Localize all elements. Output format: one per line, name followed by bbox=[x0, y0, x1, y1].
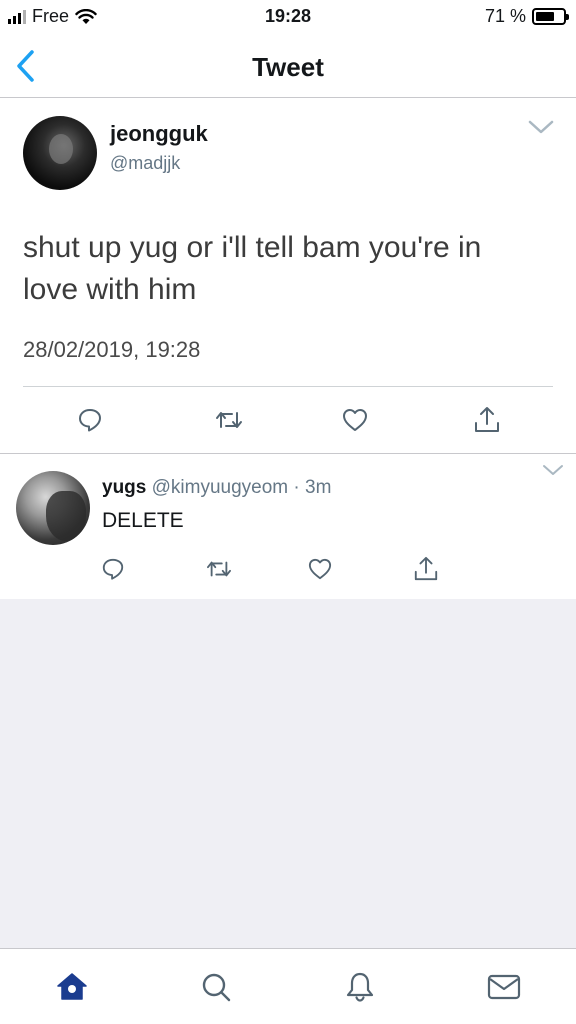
battery-group: 71 % bbox=[484, 6, 569, 27]
divider bbox=[23, 386, 553, 387]
chevron-down-icon bbox=[528, 120, 554, 134]
retweet-icon bbox=[216, 412, 242, 428]
avatar[interactable] bbox=[16, 471, 90, 545]
status-bar: Free 19:28 71 % bbox=[0, 0, 576, 36]
battery-fill bbox=[536, 12, 555, 21]
reply-author-name[interactable]: yugs bbox=[102, 477, 146, 498]
share-icon bbox=[475, 407, 499, 432]
retweet-button[interactable] bbox=[214, 405, 244, 435]
reply-icon bbox=[79, 409, 101, 432]
reply-tweet[interactable]: yugs @kimyuugyeom · 3m DELETE bbox=[0, 455, 576, 599]
author-name[interactable]: jeongguk bbox=[110, 121, 208, 147]
reply-age: 3m bbox=[305, 477, 332, 498]
notifications-icon bbox=[346, 972, 374, 1002]
reply-separator: · bbox=[293, 477, 300, 498]
empty-area bbox=[0, 599, 576, 948]
chevron-down-icon bbox=[543, 465, 563, 475]
like-icon bbox=[343, 409, 367, 431]
share-icon bbox=[414, 556, 438, 581]
tab-bar bbox=[0, 948, 576, 1024]
share-button[interactable] bbox=[412, 555, 440, 583]
reply-author-handle[interactable]: @kimyuugyeom bbox=[152, 477, 289, 498]
main-tweet: jeongguk @madjjk shut up yug or i'll tel… bbox=[0, 99, 576, 454]
page-title: Tweet bbox=[252, 52, 324, 82]
share-button[interactable] bbox=[472, 405, 502, 435]
like-button[interactable] bbox=[340, 405, 370, 435]
battery-percent: 71 % bbox=[484, 6, 526, 26]
reply-icon bbox=[102, 558, 124, 580]
retweet-icon bbox=[207, 561, 232, 577]
author-handle[interactable]: @madjjk bbox=[110, 153, 180, 174]
tab-search[interactable] bbox=[196, 967, 236, 1007]
messages-icon bbox=[487, 974, 521, 1000]
avatar[interactable] bbox=[23, 116, 97, 190]
like-icon bbox=[308, 558, 332, 580]
tweet-actions bbox=[0, 405, 576, 435]
tab-notifications[interactable] bbox=[340, 967, 380, 1007]
tweet-menu-button[interactable] bbox=[528, 119, 554, 140]
reply-button[interactable] bbox=[99, 555, 127, 583]
search-icon bbox=[202, 973, 231, 1002]
reply-menu-button[interactable] bbox=[542, 463, 564, 482]
reply-button[interactable] bbox=[75, 405, 105, 435]
reply-meta: yugs @kimyuugyeom · 3m bbox=[102, 477, 331, 499]
tweet-text: shut up yug or i'll tell bam you're in l… bbox=[23, 231, 482, 306]
retweet-button[interactable] bbox=[205, 555, 233, 583]
battery-icon bbox=[532, 8, 569, 25]
reply-text: DELETE bbox=[102, 509, 184, 532]
tab-messages[interactable] bbox=[484, 967, 524, 1007]
tab-home[interactable] bbox=[52, 967, 92, 1007]
home-icon bbox=[57, 973, 87, 1000]
reply-actions bbox=[0, 555, 576, 583]
nav-bar: Tweet bbox=[0, 36, 576, 98]
like-button[interactable] bbox=[306, 555, 334, 583]
tweet-timestamp: 28/02/2019, 19:28 bbox=[23, 337, 201, 362]
